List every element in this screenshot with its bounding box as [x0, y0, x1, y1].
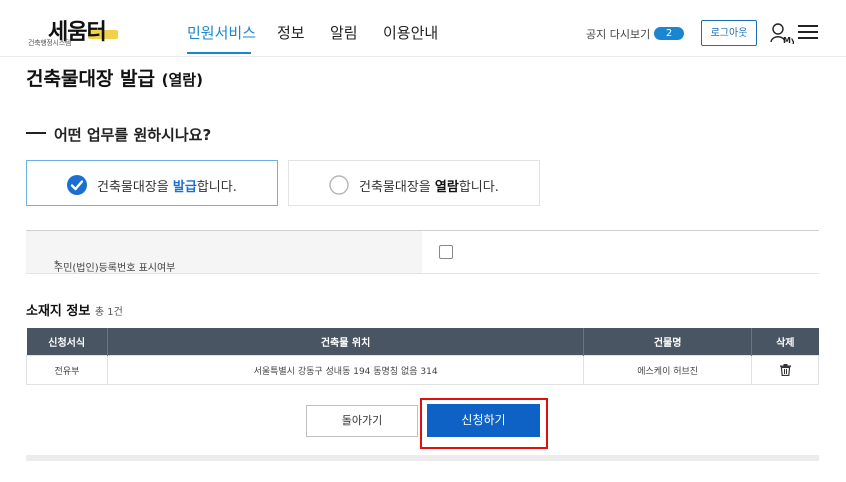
col-header-location: 건축물 위치: [107, 328, 585, 356]
notice-count-badge[interactable]: 2: [654, 27, 684, 40]
col-header-delete: 삭제: [751, 328, 819, 356]
option-view-label: 건축물대장을 열람합니다.: [359, 176, 499, 195]
option-issue-post: 합니다.: [196, 180, 237, 195]
bottom-divider: [26, 455, 819, 461]
task-question: 어떤 업무를 원하시나요?: [54, 126, 212, 144]
location-info-title: 소재지 정보 총 1건: [26, 300, 123, 319]
resident-number-label-cell: 주민(법인)등록번호 표시여부 *: [26, 231, 422, 274]
notice-replay-link[interactable]: 공지 다시보기: [586, 26, 650, 42]
trash-icon[interactable]: [779, 364, 791, 377]
check-circle-icon: [67, 175, 87, 195]
resident-number-checkbox[interactable]: [439, 245, 453, 259]
seumteo-logo[interactable]: 세움터 건축행정시스템: [26, 12, 126, 47]
table-row: 전유부 서울특별시 강동구 성내동 194 동명칭 없음 314 에스케이 허브…: [26, 355, 819, 385]
nav-civil-service[interactable]: 민원서비스: [187, 22, 256, 43]
option-issue-strong: 발급: [172, 180, 197, 195]
nav-guide[interactable]: 이용안내: [383, 22, 438, 43]
option-view-strong: 열람: [434, 180, 459, 195]
cell-address: 서울특별시 강동구 성내동 194 동명칭 없음 314: [106, 355, 585, 385]
option-issue-label: 건축물대장을 발급합니다.: [97, 176, 237, 195]
section-dash: [26, 132, 46, 134]
option-view-pre: 건축물대장을: [359, 180, 435, 195]
resident-label-text: 주민(법인)등록번호 표시여부: [54, 263, 176, 274]
col-header-building: 건물명: [583, 328, 753, 356]
col-header-form: 신청서식: [26, 328, 108, 356]
apply-button[interactable]: 신청하기: [427, 404, 540, 437]
nav-alert[interactable]: 알림: [330, 22, 358, 43]
cell-delete: [751, 355, 819, 385]
site-header: 세움터 건축행정시스템 민원서비스 정보 알림 이용안내 공지 다시보기 2 로…: [0, 0, 846, 57]
svg-text:My: My: [783, 36, 794, 44]
page-title-sub: (열람): [161, 71, 203, 89]
hamburger-menu-icon[interactable]: [798, 24, 818, 40]
active-nav-underline: [187, 52, 251, 54]
cell-building: 에스케이 허브진: [583, 355, 753, 385]
page-title: 건축물대장 발급 (열람): [26, 64, 203, 91]
required-mark: *: [54, 259, 59, 270]
location-title-text: 소재지 정보: [26, 304, 91, 319]
cell-form: 전유부: [26, 355, 108, 385]
option-issue-pre: 건축물대장을: [97, 180, 173, 195]
empty-radio-icon: [329, 175, 349, 195]
location-table: 신청서식 건축물 위치 건물명 삭제 전유부 서울특별시 강동구 성내동 194…: [26, 328, 819, 385]
back-button[interactable]: 돌아가기: [306, 405, 418, 437]
table-header-row: 신청서식 건축물 위치 건물명 삭제: [26, 328, 819, 356]
option-issue[interactable]: 건축물대장을 발급합니다.: [26, 160, 278, 206]
nav-info[interactable]: 정보: [277, 22, 305, 43]
page-title-main: 건축물대장 발급: [26, 68, 155, 90]
logout-button[interactable]: 로그아웃: [701, 20, 757, 46]
option-view[interactable]: 건축물대장을 열람합니다.: [288, 160, 540, 206]
my-page-icon[interactable]: My: [770, 22, 794, 44]
resident-number-row: 주민(법인)등록번호 표시여부 *: [26, 230, 819, 274]
location-count: 총 1건: [94, 307, 123, 318]
logo-tagline: 건축행정시스템: [28, 39, 71, 47]
option-view-post: 합니다.: [458, 180, 499, 195]
